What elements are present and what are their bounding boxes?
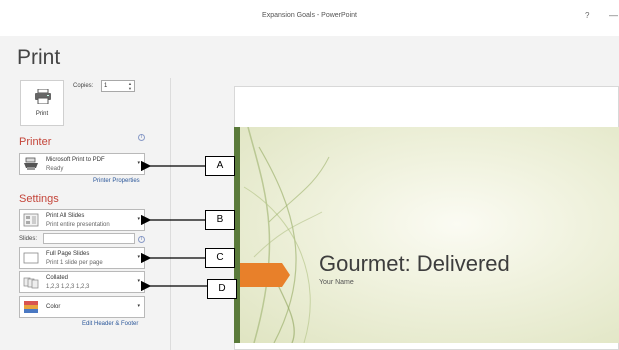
- window-title: Expansion Goals - PowerPoint: [262, 12, 357, 19]
- print-range-dropdown[interactable]: Print All Slides Print entire presentati…: [19, 209, 145, 231]
- color-dropdown[interactable]: Color ▾: [19, 296, 145, 318]
- copies-field[interactable]: 1 ▲ ▼: [101, 80, 135, 92]
- callout-c: C: [205, 248, 235, 268]
- slides-range-icon: [23, 213, 39, 227]
- copies-value: 1: [104, 83, 108, 89]
- callout-d: D: [207, 279, 237, 299]
- printer-dropdown[interactable]: Microsoft Print to PDF Ready ▾: [19, 153, 145, 175]
- settings-heading: Settings: [19, 193, 59, 205]
- slide-preview: Gourmet: Delivered Your Name: [234, 127, 619, 343]
- chevron-down-icon: ▾: [137, 216, 140, 222]
- callout-a: A: [205, 156, 235, 176]
- chevron-down-icon: ▾: [137, 254, 140, 260]
- collated-icon: [23, 277, 39, 289]
- copies-label: Copies:: [73, 83, 94, 89]
- info-icon[interactable]: i: [138, 134, 145, 141]
- collation-title: Collated: [46, 275, 69, 281]
- slide-title: Gourmet: Delivered: [319, 251, 510, 276]
- chevron-down-icon: ▾: [137, 278, 140, 284]
- print-button[interactable]: Print: [20, 80, 64, 126]
- printer-name: Microsoft Print to PDF: [46, 157, 105, 163]
- printer-icon: [35, 89, 51, 104]
- color-swatch-icon: [24, 301, 38, 313]
- layout-subtitle: Print 1 slide per page: [46, 260, 103, 266]
- callout-b: B: [205, 210, 235, 230]
- layout-title: Full Page Slides: [46, 251, 90, 257]
- slides-label: Slides:: [19, 236, 38, 242]
- printer-heading: Printer: [19, 136, 52, 148]
- print-button-label: Print: [35, 111, 49, 117]
- pane-divider: [170, 78, 171, 350]
- info-icon[interactable]: i: [138, 236, 145, 243]
- collation-subtitle: 1,2,3 1,2,3 1,2,3: [46, 284, 90, 290]
- help-icon[interactable]: ?: [585, 11, 589, 20]
- slide-subtitle: Your Name: [319, 279, 354, 286]
- collation-dropdown[interactable]: Collated 1,2,3 1,2,3 1,2,3 ▾: [19, 271, 145, 293]
- chevron-down-icon: ▾: [137, 160, 140, 166]
- slides-input[interactable]: [43, 233, 135, 244]
- printer-status: Ready: [46, 166, 64, 172]
- title-bar: Expansion Goals - PowerPoint ? —: [0, 0, 619, 36]
- full-page-icon: [23, 252, 39, 264]
- minimize-icon[interactable]: —: [609, 10, 618, 20]
- chevron-down-icon: ▾: [137, 303, 140, 309]
- color-title: Color: [46, 304, 61, 310]
- print-range-title: Print All Slides: [46, 213, 85, 219]
- copies-stepper[interactable]: ▲ ▼: [128, 81, 132, 91]
- spin-down-icon[interactable]: ▼: [128, 86, 132, 91]
- edit-header-footer-link[interactable]: Edit Header & Footer: [82, 321, 138, 327]
- print-range-subtitle: Print entire presentation: [46, 222, 110, 228]
- layout-dropdown[interactable]: Full Page Slides Print 1 slide per page …: [19, 247, 145, 269]
- slide-decoration: [240, 127, 330, 343]
- page-title: Print: [17, 46, 61, 69]
- printer-properties-link[interactable]: Printer Properties: [93, 178, 140, 184]
- printer-device-icon: [24, 157, 38, 170]
